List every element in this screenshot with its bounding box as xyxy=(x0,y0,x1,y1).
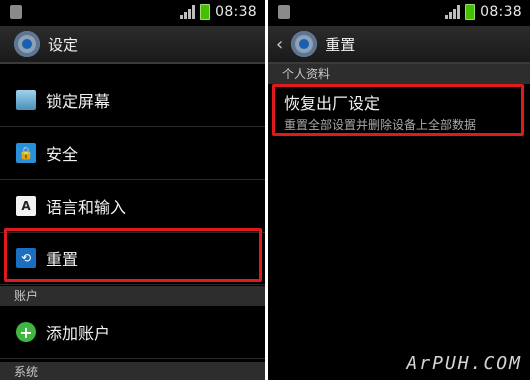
back-arrow-icon[interactable]: ‹ xyxy=(276,34,283,55)
status-time: 08:38 xyxy=(215,4,257,20)
security-lock-icon: 🔒 xyxy=(16,143,36,163)
page-title: 设定 xyxy=(48,35,79,54)
language-icon: A xyxy=(16,196,36,216)
section-header-system: 系统 xyxy=(0,362,265,380)
status-time: 08:38 xyxy=(480,4,522,20)
action-bar: 设定 xyxy=(0,26,265,64)
sim-card-icon xyxy=(10,5,22,19)
settings-screen: 08:38 设定 锁定屏幕 🔒 安全 A 语言和输入 ⟲ 重置 账户 + 添加账… xyxy=(0,0,265,380)
menu-item-lock-screen[interactable]: 锁定屏幕 xyxy=(0,74,265,127)
menu-item-security[interactable]: 🔒 安全 xyxy=(0,127,265,180)
reset-screen: 08:38 ‹ 重置 个人资料 恢复出厂设定 重置全部设置并删除设备上全部数据 … xyxy=(268,0,530,380)
battery-icon xyxy=(465,4,476,20)
menu-item-label: 语言和输入 xyxy=(46,198,127,217)
battery-icon xyxy=(200,4,211,20)
page-title: 重置 xyxy=(325,35,356,54)
menu-item-language-input[interactable]: A 语言和输入 xyxy=(0,180,265,233)
settings-gear-icon xyxy=(14,31,40,57)
add-icon: + xyxy=(16,322,36,342)
sim-card-icon xyxy=(278,5,290,19)
status-bar: 08:38 xyxy=(0,0,265,26)
menu-item-label: 添加账户 xyxy=(46,324,111,343)
menu-item-label: 锁定屏幕 xyxy=(46,92,111,111)
menu-item-add-account[interactable]: + 添加账户 xyxy=(0,306,265,359)
highlight-factory-reset xyxy=(272,84,524,136)
status-bar: 08:38 xyxy=(268,0,530,26)
highlight-reset xyxy=(4,228,262,282)
section-header-personal-data: 个人资料 xyxy=(268,64,530,84)
settings-gear-icon xyxy=(291,31,318,57)
section-header-accounts: 账户 xyxy=(0,286,265,306)
menu-item-label: 安全 xyxy=(46,145,79,164)
signal-icon xyxy=(180,5,196,19)
watermark: ArPUH.COM xyxy=(406,353,522,374)
signal-icon xyxy=(445,5,461,19)
lock-screen-icon xyxy=(16,90,36,110)
action-bar[interactable]: ‹ 重置 xyxy=(268,26,530,64)
